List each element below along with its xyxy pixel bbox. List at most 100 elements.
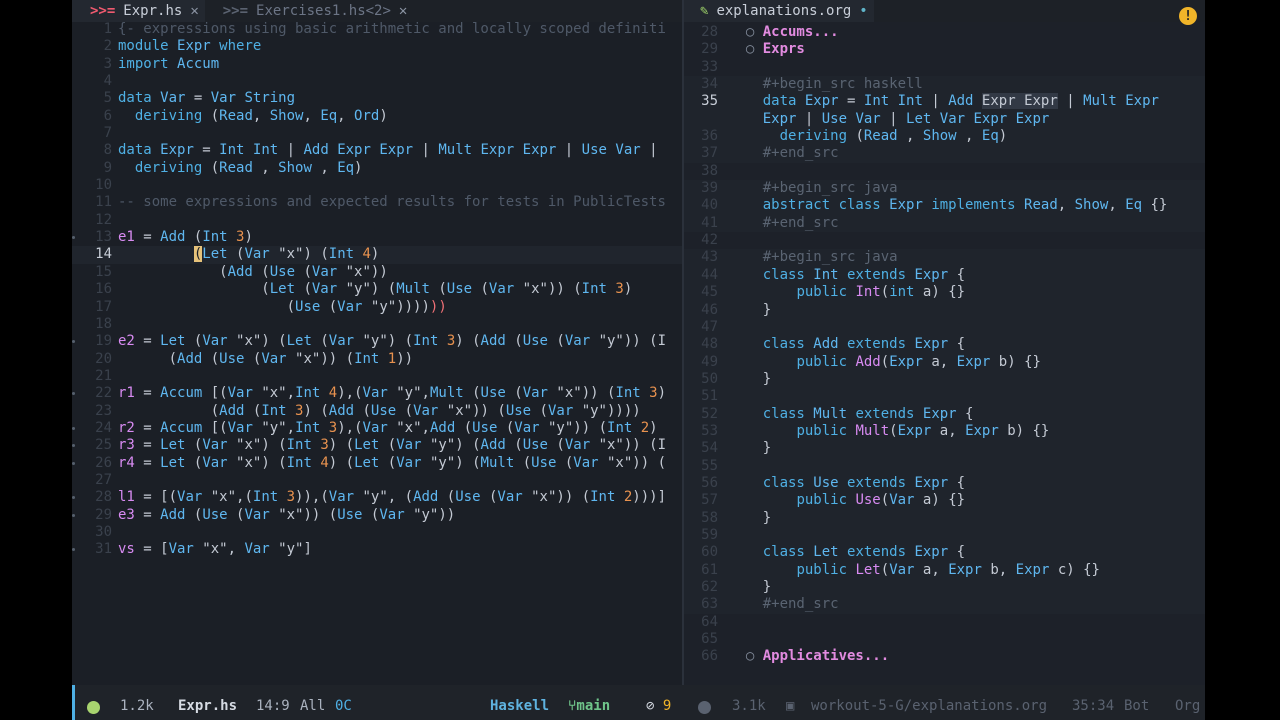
major-mode[interactable]: Org [1175, 685, 1200, 720]
code-token: #+begin_src haskell [762, 76, 923, 93]
right-pane[interactable]: ✎ explanations.org • ! 28 ○ Accums... 29 … [684, 0, 1205, 685]
major-mode[interactable]: Haskell [490, 685, 549, 720]
code-line[interactable]: 16 (Let (Var "y") (Mult (Use (Var "x")) … [72, 281, 682, 298]
code-line[interactable]: 7 [72, 125, 682, 142]
code-line[interactable]: 66 ○ Applicatives... [684, 648, 1205, 665]
code-line[interactable]: 65 [684, 631, 1205, 648]
code-line[interactable]: 36 deriving (Read , Show , Eq) [684, 128, 1205, 146]
code-line[interactable]: 27 [72, 472, 682, 489]
code-token: | [640, 142, 658, 159]
code-line[interactable]: 41 #+end_src [684, 214, 1205, 233]
code-line[interactable]: 60 class Let extends Expr { [684, 544, 1205, 562]
code-line[interactable]: 11 -- some expressions and expected resul… [72, 194, 682, 211]
code-line[interactable]: 10 [72, 177, 682, 194]
diagnostics[interactable]: ⊘ 9 [646, 685, 671, 720]
code-line[interactable]: 20 (Add (Use (Var "x")) (Int 1)) [72, 351, 682, 368]
vcs-branch[interactable]: ⑂main [568, 685, 610, 720]
code-line[interactable]: 5 data Var = Var String [72, 90, 682, 107]
code-area[interactable]: 28 ○ Accums... 29 ○ Exprs 33 34 #+begin_src… [684, 24, 1205, 666]
code-line[interactable]: 18 [72, 316, 682, 333]
buffer-name[interactable]: workout-5-G/explanations.org [811, 685, 1047, 720]
line-number: 44 [701, 266, 718, 283]
code-line[interactable]: 28 l1 = [(Var "x",(Int 3)),(Var "y", (Add… [72, 489, 682, 506]
fold-marker[interactable] [72, 461, 75, 465]
code-line[interactable]: 63 #+end_src [684, 596, 1205, 614]
code-line[interactable]: 48 class Add extends Expr { [684, 336, 1205, 354]
line-number: 61 [701, 561, 718, 578]
code-line[interactable]: 33 [684, 59, 1205, 76]
code-line[interactable]: 62 } [684, 579, 1205, 597]
code-token: Int [590, 489, 624, 506]
code-line[interactable]: 21 [72, 368, 682, 385]
close-icon[interactable]: ✕ [399, 3, 407, 19]
code-line[interactable]: 9 deriving (Read , Show , Eq) [72, 160, 682, 177]
code-line[interactable]: Expr | Use Var | Let Var Expr Expr [684, 110, 1205, 129]
code-line[interactable]: 30 [72, 524, 682, 541]
code-line[interactable]: 24 r2 = Accum [(Var "y",Int 3),(Var "x",A… [72, 420, 682, 437]
code-token: ( [118, 263, 228, 280]
code-token: Let [160, 454, 186, 471]
code-line[interactable]: 47 [684, 318, 1205, 337]
line-number: 34 [701, 76, 718, 93]
code-line[interactable]: 64 [684, 614, 1205, 631]
code-line[interactable]: 1 {- expressions using basic arithmetic a… [72, 21, 682, 38]
code-line[interactable]: 13 e1 = Add (Int 3) [72, 229, 682, 246]
code-line[interactable]: 29 ○ Exprs [684, 41, 1205, 58]
warning-icon[interactable]: ! [1179, 7, 1197, 25]
code-line[interactable]: 56 class Use extends Expr { [684, 474, 1205, 493]
code-line[interactable]: 22 r1 = Accum [(Var "x",Int 4),(Var "y",M… [72, 385, 682, 402]
code-line[interactable]: 38 [684, 163, 1205, 180]
line-number: 41 [701, 214, 718, 231]
code-line[interactable]: 37 #+end_src [684, 145, 1205, 163]
code-line[interactable]: 40 abstract class Expr implements Read, … [684, 197, 1205, 215]
left-pane[interactable]: >>= Expr.hs ✕ >>= Exercises1.hs<2> ✕ 1 {-… [72, 0, 682, 685]
code-line[interactable]: 35 data Expr = Int Int | Add Expr Expr |… [684, 93, 1205, 111]
tab-exercises1-hs[interactable]: >>= Exercises1.hs<2> ✕ [205, 0, 414, 22]
code-line[interactable]: 39 #+begin_src java [684, 180, 1205, 198]
code-line[interactable]: 50 } [684, 370, 1205, 389]
code-line[interactable]: 54 } [684, 440, 1205, 458]
code-line[interactable]: 45 public Int(int a) {} [684, 284, 1205, 302]
code-line[interactable]: 43 #+begin_src java [684, 249, 1205, 267]
code-token: ) ( [261, 333, 287, 350]
code-line[interactable]: 42 [684, 232, 1205, 249]
code-line[interactable]: 57 public Use(Var a) {} [684, 492, 1205, 510]
code-line[interactable]: 52 class Mult extends Expr { [684, 405, 1205, 423]
code-line[interactable]: 31 vs = [Var "x", Var "y"] [72, 541, 682, 558]
code-line[interactable]: 4 [72, 73, 682, 90]
code-line[interactable]: 8 data Expr = Int Int | Add Expr Expr | M… [72, 142, 682, 159]
code-line[interactable]: 44 class Int extends Expr { [684, 266, 1205, 285]
code-line[interactable]: 17 (Use (Var "y")))))) [72, 299, 682, 316]
code-line[interactable]: 25 r3 = Let (Var "x") (Int 3) (Let (Var "… [72, 437, 682, 454]
buffer-name[interactable]: Expr.hs [178, 685, 237, 720]
code-line[interactable]: 6 deriving (Read, Show, Eq, Ord) [72, 108, 682, 125]
code-line[interactable]: 55 [684, 457, 1205, 475]
line-number: 1 [103, 21, 112, 37]
code-line[interactable]: 23 (Add (Int 3) (Add (Use (Var "x")) (Us… [72, 403, 682, 420]
code-token: Var [244, 246, 279, 263]
code-line[interactable]: 15 (Add (Use (Var "x")) [72, 264, 682, 281]
code-token: Var String [210, 90, 296, 107]
code-line[interactable]: 46 } [684, 301, 1205, 319]
tab-explanations-org[interactable]: ✎ explanations.org • [684, 0, 874, 22]
code-line[interactable]: 12 [72, 212, 682, 229]
close-icon[interactable]: ✕ [190, 3, 198, 19]
code-line[interactable]: 34 #+begin_src haskell [684, 76, 1205, 94]
code-line[interactable]: 58 } [684, 509, 1205, 527]
code-line[interactable]: 3 import Accum [72, 56, 682, 73]
code-line[interactable]: 2 module Expr where [72, 38, 682, 55]
code-area[interactable]: 1 {- expressions using basic arithmetic a… [72, 21, 682, 559]
tab-expr-hs[interactable]: >>= Expr.hs ✕ [72, 0, 205, 22]
code-line[interactable]: 61 public Let(Var a, Expr b, Expr c) {} [684, 561, 1205, 579]
fold-marker[interactable] [72, 426, 75, 430]
code-line[interactable]: 53 public Mult(Expr a, Expr b) {} [684, 422, 1205, 441]
code-line[interactable]: 26 r4 = Let (Var "x") (Int 4) (Let (Var "… [72, 455, 682, 472]
code-line[interactable]: 29 e3 = Add (Use (Var "x")) (Use (Var "y"… [72, 507, 682, 524]
code-line[interactable]: 14 (Let (Var "x") (Int 4) [72, 246, 682, 264]
code-line[interactable]: 49 public Add(Expr a, Expr b) {} [684, 353, 1205, 371]
code-line[interactable]: 59 [684, 526, 1205, 545]
code-line[interactable]: 28 ○ Accums... [684, 24, 1205, 41]
code-line[interactable]: 19 e2 = Let (Var "x") (Let (Var "y") (Int… [72, 333, 682, 350]
fold-marker[interactable] [72, 513, 75, 517]
code-line[interactable]: 51 [684, 388, 1205, 406]
